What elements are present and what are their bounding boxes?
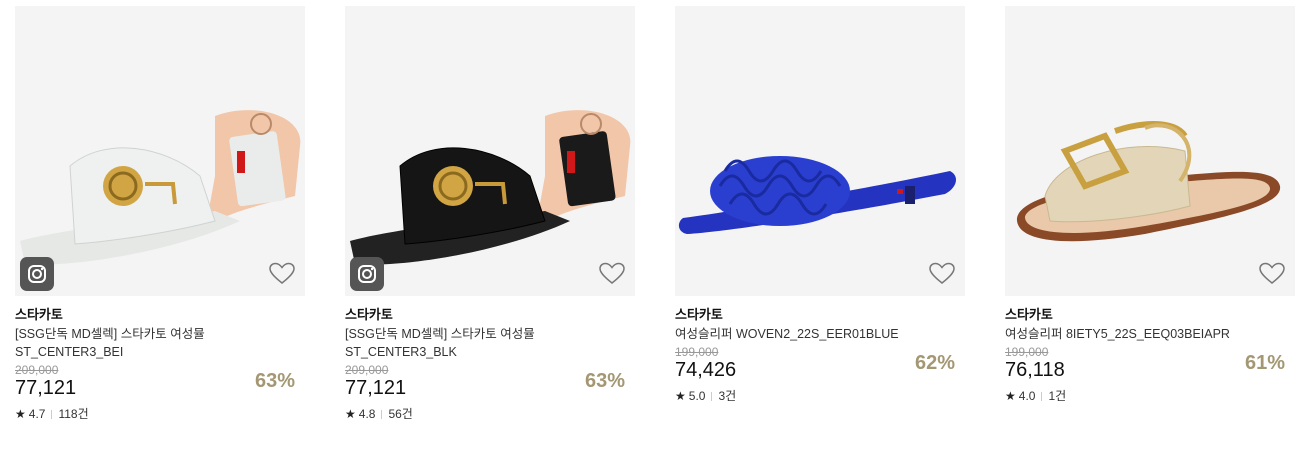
star-icon: ★: [15, 407, 26, 421]
product-card[interactable]: 스타카토 [SSG단독 MD셀렉] 스타카토 여성뮬 ST_CENTER3_BL…: [345, 6, 635, 421]
instagram-badge[interactable]: [350, 257, 384, 291]
price-row: 199,000 76,118 61%: [1005, 345, 1295, 381]
brand-name: 스타카토: [675, 307, 723, 322]
instagram-icon: [358, 265, 376, 283]
product-image[interactable]: [15, 6, 305, 296]
product-image[interactable]: [675, 6, 965, 296]
divider: [711, 391, 713, 401]
product-title-line2: ST_CENTER3_BLK: [345, 345, 457, 359]
rating-row: ★ 4.7 118건: [15, 407, 305, 421]
wishlist-heart-icon[interactable]: [269, 262, 295, 286]
brand-name: 스타카토: [15, 307, 63, 322]
review-count: 118건: [58, 407, 89, 421]
review-count: 1건: [1048, 389, 1067, 403]
slide-sandal-image: [1016, 121, 1281, 242]
product-title[interactable]: 여성슬리퍼 WOVEN2_22S_EER01BLUE: [675, 325, 925, 343]
rating-row: ★ 4.8 56건: [345, 407, 635, 421]
product-image[interactable]: [1005, 6, 1295, 296]
price-row: 199,000 74,426 62%: [675, 345, 965, 381]
review-count: 56건: [388, 407, 413, 421]
product-title[interactable]: 여성슬리퍼 8IETY5_22S_EEQ03BEIAPR: [1005, 325, 1255, 343]
product-grid: 스타카토 [SSG단독 MD셀렉] 스타카토 여성뮬 ST_CENTER3_BE…: [0, 0, 1297, 452]
product-card[interactable]: 스타카토 여성슬리퍼 WOVEN2_22S_EER01BLUE 199,000 …: [675, 6, 965, 403]
product-title-line1: 여성슬리퍼 8IETY5_22S_EEQ03BEIAPR: [1005, 327, 1230, 341]
product-title-line1: [SSG단독 MD셀렉] 스타카토 여성뮬: [345, 327, 535, 341]
mule-shoe-image: [350, 110, 631, 265]
brand-name: 스타카토: [345, 307, 393, 322]
wishlist-heart-icon[interactable]: [929, 262, 955, 286]
discount-rate: 62%: [914, 352, 955, 374]
slide-sandal-image: [678, 156, 957, 234]
product-title-line2: ST_CENTER3_BEI: [15, 345, 124, 359]
instagram-badge[interactable]: [20, 257, 54, 291]
divider: [1041, 391, 1043, 401]
divider: [51, 409, 53, 419]
wishlist-heart-icon[interactable]: [599, 262, 625, 286]
star-icon: ★: [345, 407, 356, 421]
product-title-line1: [SSG단독 MD셀렉] 스타카토 여성뮬: [15, 327, 205, 341]
rating-row: ★ 4.0 1건: [1005, 389, 1295, 403]
rating-row: ★ 5.0 3건: [675, 389, 965, 403]
instagram-icon: [28, 265, 46, 283]
product-title[interactable]: [SSG단독 MD셀렉] 스타카토 여성뮬 ST_CENTER3_BEI: [15, 325, 265, 361]
price-row: 209,000 77,121 63%: [345, 363, 635, 399]
discount-rate: 63%: [254, 370, 295, 392]
rating-score: 4.0: [1018, 389, 1036, 403]
star-icon: ★: [675, 389, 686, 403]
product-card[interactable]: 스타카토 여성슬리퍼 8IETY5_22S_EEQ03BEIAPR 199,00…: [1005, 6, 1295, 403]
product-title[interactable]: [SSG단독 MD셀렉] 스타카토 여성뮬 ST_CENTER3_BLK: [345, 325, 595, 361]
review-count: 3건: [718, 389, 737, 403]
product-image[interactable]: [345, 6, 635, 296]
discount-rate: 63%: [584, 370, 625, 392]
divider: [381, 409, 383, 419]
product-card[interactable]: 스타카토 [SSG단독 MD셀렉] 스타카토 여성뮬 ST_CENTER3_BE…: [15, 6, 305, 421]
mule-shoe-image: [20, 110, 301, 265]
rating-score: 4.7: [28, 407, 46, 421]
discount-rate: 61%: [1244, 352, 1285, 374]
brand-name: 스타카토: [1005, 307, 1053, 322]
price-row: 209,000 77,121 63%: [15, 363, 305, 399]
product-title-line1: 여성슬리퍼 WOVEN2_22S_EER01BLUE: [675, 327, 899, 341]
star-icon: ★: [1005, 389, 1016, 403]
wishlist-heart-icon[interactable]: [1259, 262, 1285, 286]
rating-score: 5.0: [688, 389, 706, 403]
rating-score: 4.8: [358, 407, 376, 421]
